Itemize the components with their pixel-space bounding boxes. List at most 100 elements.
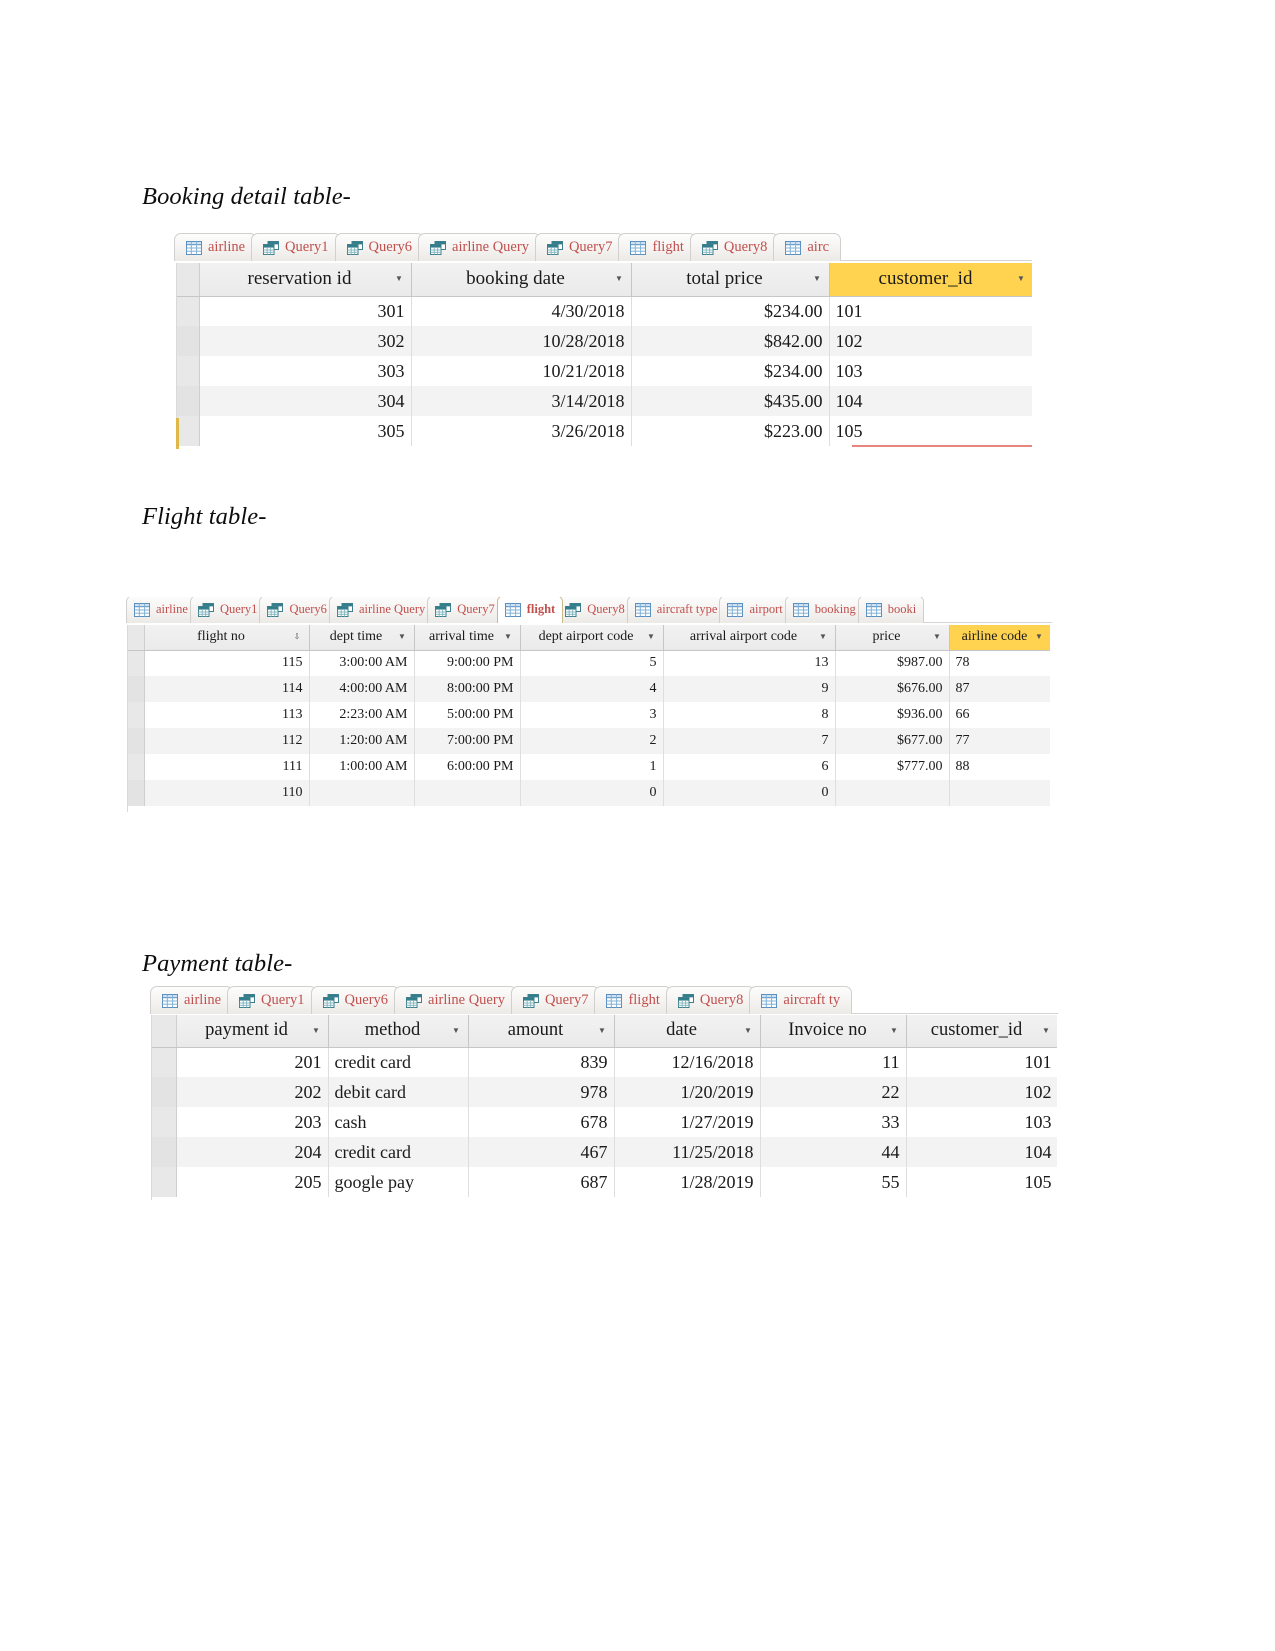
- tab-query6[interactable]: Query6: [310, 986, 401, 1014]
- table-cell[interactable]: 10/21/2018: [411, 356, 632, 386]
- row-selector[interactable]: [152, 1137, 177, 1167]
- filter-dropdown-icon[interactable]: ▼: [614, 275, 625, 283]
- column-header-airline-code[interactable]: airline code ▼: [949, 625, 1050, 651]
- table-cell[interactable]: 0: [520, 780, 664, 806]
- filter-dropdown-icon[interactable]: ▼: [311, 1026, 322, 1035]
- row-selector[interactable]: [128, 676, 145, 702]
- column-header-arrival-time[interactable]: arrival time ▼: [414, 625, 521, 651]
- table-row[interactable]: 303 10/21/2018 $234.00 103: [177, 356, 1032, 386]
- table-cell[interactable]: 103: [829, 356, 1032, 386]
- table-row[interactable]: 302 10/28/2018 $842.00 102: [177, 326, 1032, 356]
- table-cell[interactable]: 687: [468, 1167, 615, 1197]
- table-cell[interactable]: 202: [176, 1077, 329, 1107]
- sort-descending-icon[interactable]: ⇩: [292, 633, 303, 641]
- table-cell[interactable]: 114: [144, 676, 310, 702]
- table-cell[interactable]: 78: [949, 650, 1050, 676]
- table-cell[interactable]: 203: [176, 1107, 329, 1137]
- row-selector[interactable]: [152, 1107, 177, 1137]
- table-cell[interactable]: 8:00:00 PM: [414, 676, 521, 702]
- tab-flight[interactable]: flight: [618, 233, 696, 261]
- table-cell[interactable]: 77: [949, 728, 1050, 754]
- table-cell[interactable]: [949, 780, 1050, 806]
- filter-dropdown-icon[interactable]: ▼: [932, 633, 943, 641]
- column-header-reservation-id[interactable]: reservation id ▼: [199, 263, 412, 297]
- table-row[interactable]: 113 2:23:00 AM 5:00:00 PM 3 8 $936.00 66: [128, 702, 1050, 728]
- select-all-corner[interactable]: [177, 263, 200, 297]
- filter-dropdown-icon[interactable]: ▼: [394, 275, 405, 283]
- table-cell[interactable]: 9:00:00 PM: [414, 650, 521, 676]
- table-cell[interactable]: 0: [663, 780, 836, 806]
- table-cell[interactable]: 87: [949, 676, 1050, 702]
- table-cell[interactable]: 102: [906, 1077, 1057, 1107]
- table-row[interactable]: 203 cash 678 1/27/2019 33 103: [152, 1107, 1057, 1137]
- column-header-booking-date[interactable]: booking date ▼: [411, 263, 632, 297]
- table-cell[interactable]: 66: [949, 702, 1050, 728]
- column-header-flight-no[interactable]: flight no ⇩: [144, 625, 310, 651]
- table-cell[interactable]: 3/26/2018: [411, 416, 632, 446]
- table-cell[interactable]: 978: [468, 1077, 615, 1107]
- row-selector[interactable]: [128, 728, 145, 754]
- table-cell[interactable]: 2: [520, 728, 664, 754]
- tab-query8[interactable]: Query8: [689, 233, 780, 261]
- table-cell[interactable]: $223.00: [631, 416, 830, 446]
- filter-dropdown-icon[interactable]: ▼: [812, 275, 823, 283]
- table-cell[interactable]: 105: [906, 1167, 1057, 1197]
- table-cell[interactable]: 9: [663, 676, 836, 702]
- tab-airline-query[interactable]: airline Query: [328, 597, 434, 623]
- tab-query7[interactable]: Query7: [427, 597, 503, 623]
- table-cell[interactable]: 6:00:00 PM: [414, 754, 521, 780]
- table-cell[interactable]: 112: [144, 728, 310, 754]
- table-row[interactable]: 205 google pay 687 1/28/2019 55 105: [152, 1167, 1057, 1197]
- table-row[interactable]: 201 credit card 839 12/16/2018 11 101: [152, 1047, 1057, 1077]
- table-cell[interactable]: $936.00: [835, 702, 950, 728]
- table-cell[interactable]: $842.00: [631, 326, 830, 356]
- column-header-dept-airport-code[interactable]: dept airport code ▼: [520, 625, 664, 651]
- row-selector[interactable]: [128, 780, 145, 806]
- tab-airline-query[interactable]: airline Query: [418, 233, 541, 261]
- row-selector[interactable]: [177, 386, 200, 416]
- filter-dropdown-icon[interactable]: ▼: [818, 633, 829, 641]
- table-row[interactable]: 301 4/30/2018 $234.00 101: [177, 296, 1032, 326]
- table-cell[interactable]: 104: [829, 386, 1032, 416]
- payment-tab-strip[interactable]: airline Query1 Query6 airline Query Query7 fl…: [150, 984, 1058, 1014]
- tab-aircraft-ty[interactable]: aircraft ty: [749, 986, 853, 1014]
- column-header-dept-time[interactable]: dept time ▼: [309, 625, 415, 651]
- filter-dropdown-icon[interactable]: ▼: [597, 1026, 608, 1035]
- column-header-date[interactable]: date ▼: [614, 1015, 761, 1048]
- table-cell[interactable]: 1:00:00 AM: [309, 754, 415, 780]
- table-cell[interactable]: 1/20/2019: [614, 1077, 761, 1107]
- column-header-arrival-airport-code[interactable]: arrival airport code ▼: [663, 625, 836, 651]
- tab-query7[interactable]: Query7: [534, 233, 625, 261]
- table-cell[interactable]: 4/30/2018: [411, 296, 632, 326]
- table-cell[interactable]: 4: [520, 676, 664, 702]
- table-cell[interactable]: 201: [176, 1047, 329, 1077]
- table-cell[interactable]: 33: [760, 1107, 907, 1137]
- flight-tab-strip[interactable]: airline Query1 Query6 airline Query Query7 fl…: [126, 597, 1052, 623]
- booking-tab-strip[interactable]: airline Query1 Query6 airline Query Query7 fl…: [174, 231, 1032, 261]
- table-cell[interactable]: 11/25/2018: [614, 1137, 761, 1167]
- column-header-method[interactable]: method ▼: [328, 1015, 469, 1048]
- row-selector[interactable]: [128, 754, 145, 780]
- table-cell[interactable]: 204: [176, 1137, 329, 1167]
- tab-query1[interactable]: Query1: [227, 986, 317, 1014]
- table-cell[interactable]: [414, 780, 521, 806]
- table-cell[interactable]: $435.00: [631, 386, 830, 416]
- table-cell[interactable]: 12/16/2018: [614, 1047, 761, 1077]
- column-header-price[interactable]: price ▼: [835, 625, 950, 651]
- table-cell[interactable]: 3:00:00 AM: [309, 650, 415, 676]
- row-selector[interactable]: [152, 1167, 177, 1197]
- table-cell[interactable]: credit card: [328, 1137, 469, 1167]
- table-row[interactable]: 112 1:20:00 AM 7:00:00 PM 2 7 $677.00 77: [128, 728, 1050, 754]
- tab-query7[interactable]: Query7: [510, 986, 601, 1014]
- table-cell[interactable]: 305: [199, 416, 412, 446]
- tab-query8[interactable]: Query8: [665, 986, 756, 1014]
- tab-booki[interactable]: booki: [857, 597, 925, 623]
- filter-dropdown-icon[interactable]: ▼: [1041, 1026, 1052, 1035]
- table-row[interactable]: 115 3:00:00 AM 9:00:00 PM 5 13 $987.00 78: [128, 650, 1050, 676]
- tab-airline[interactable]: airline: [150, 986, 234, 1014]
- table-cell[interactable]: 205: [176, 1167, 329, 1197]
- tab-aircraft-type[interactable]: aircraft type: [626, 597, 726, 623]
- row-selector[interactable]: [152, 1047, 177, 1077]
- table-cell[interactable]: 3/14/2018: [411, 386, 632, 416]
- table-row[interactable]: 204 credit card 467 11/25/2018 44 104: [152, 1137, 1057, 1167]
